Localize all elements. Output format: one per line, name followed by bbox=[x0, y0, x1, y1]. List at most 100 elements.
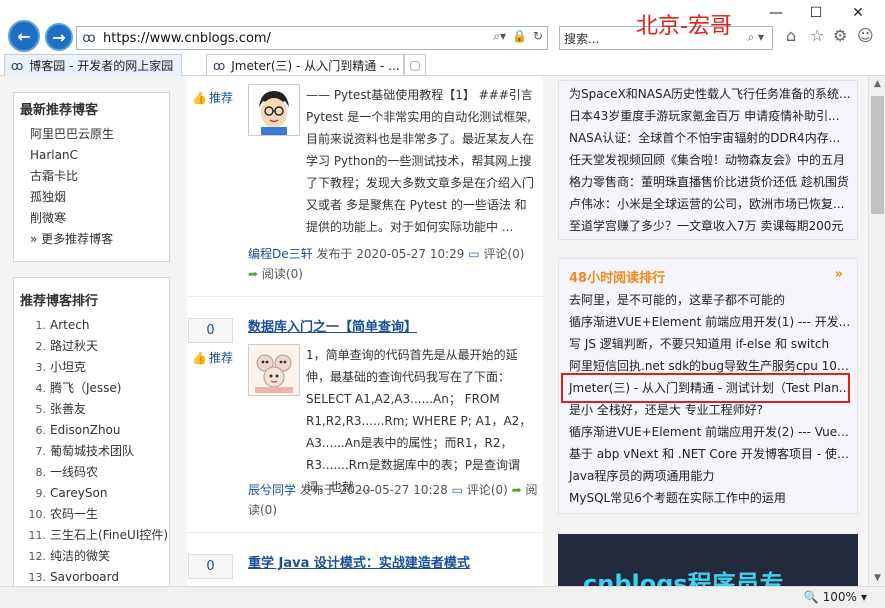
ranking-blogger-link[interactable]: 纯洁的微笑 bbox=[50, 549, 110, 563]
blogger-ranking-title: 推荐博客排行 bbox=[20, 294, 99, 309]
scroll-down-icon[interactable]: ▼ bbox=[869, 570, 885, 586]
search-dropdown-icon[interactable]: ⌕▾ bbox=[493, 29, 506, 44]
search-input[interactable]: 搜索... bbox=[564, 30, 599, 47]
vote-count-button[interactable]: 0 bbox=[188, 554, 233, 579]
recommended-blogger-link[interactable]: 削微寒 bbox=[14, 208, 169, 229]
ranking-blogger-link[interactable]: 农码一生 bbox=[50, 507, 98, 521]
vote-count-button[interactable]: 0 bbox=[188, 318, 233, 343]
news-link[interactable]: 日本43岁重度手游玩家氪金百万 申请疫情补助引... bbox=[559, 105, 857, 127]
news-link[interactable]: 至道学宫赚了多少？一文章收入7万 卖课每期200元 bbox=[559, 215, 857, 237]
ranking-item[interactable]: 6. EdisonZhou bbox=[14, 420, 169, 441]
ranking-blogger-link[interactable]: 一线码农 bbox=[50, 465, 98, 479]
back-button[interactable]: ← bbox=[8, 20, 40, 52]
reading-rank-link[interactable]: 去阿里，是不可能的，这辈子都不可能的 bbox=[559, 289, 857, 311]
post-comments-link[interactable]: 评论(0) bbox=[483, 247, 524, 261]
close-icon[interactable]: ✕ bbox=[838, 0, 878, 26]
status-bar: 🔍 100% ▾ bbox=[0, 586, 885, 608]
ranking-blogger-link[interactable]: CareySon bbox=[50, 486, 107, 500]
reading-rank-link[interactable]: 基于 abp vNext 和 .NET Core 开发博客项目 - 使用... bbox=[559, 443, 857, 465]
lock-icon[interactable]: 🔒 bbox=[512, 29, 527, 44]
reading-rank-link[interactable]: MySQL常见6个考题在实际工作中的运用 bbox=[559, 487, 857, 509]
news-link[interactable]: 格力零售商：董明珠直播售价比进货价还低 趁机围货 bbox=[559, 171, 857, 193]
scrollbar-thumb[interactable] bbox=[871, 96, 884, 214]
post-summary: 1，简单查询的代码首先是从最开始的延伸，最基础的查询代码我写在了下面： SELE… bbox=[248, 344, 536, 498]
ranking-blogger-link[interactable]: 张善友 bbox=[50, 402, 86, 416]
news-link[interactable]: NASA认证：全球首个不怕宇宙辐射的DDR4内存... bbox=[559, 127, 857, 149]
rank-number: 5. bbox=[35, 403, 47, 416]
browser-chrome: — ☐ ✕ ← → ꝏ https://www.cnblogs.com/ ⌕▾ … bbox=[0, 0, 885, 76]
ranking-item[interactable]: 8. 一线码农 bbox=[14, 462, 169, 483]
news-link[interactable]: 卢伟冰：小米是全球运营的公司，欧洲市场已恢复... bbox=[559, 193, 857, 215]
more-recommended-link[interactable]: » 更多推荐博客 bbox=[14, 229, 169, 250]
news-link[interactable]: 任天堂发视频回顾《集合啦！动物森友会》中的五月 bbox=[559, 149, 857, 171]
post-list: 👍 推荐 —— Pytest基础使用教程【1】 ###引言 Pytest 是一个… bbox=[187, 76, 543, 586]
forward-button[interactable]: → bbox=[45, 23, 73, 51]
reading-rank-link[interactable]: 循序渐进VUE+Element 前端应用开发(1) --- 开发... bbox=[559, 311, 857, 333]
recommended-bloggers-title: 最新推荐博客 bbox=[20, 103, 99, 118]
refresh-icon[interactable]: ↻ bbox=[533, 29, 543, 44]
favorites-star-icon[interactable]: ☆ bbox=[810, 26, 824, 45]
ranking-blogger-link[interactable]: EdisonZhou bbox=[50, 423, 121, 437]
read-arrow-icon: ➦ bbox=[248, 267, 259, 281]
ranking-blogger-link[interactable]: 小坦克 bbox=[50, 360, 86, 374]
ranking-item[interactable]: 5. 张善友 bbox=[14, 399, 169, 420]
recommended-blogger-link[interactable]: 古霜卡比 bbox=[14, 166, 169, 187]
post-reads-link[interactable]: 阅读(0) bbox=[262, 267, 303, 281]
address-url[interactable]: https://www.cnblogs.com/ bbox=[103, 31, 271, 46]
post-author-link[interactable]: 辰兮同学 bbox=[248, 483, 296, 497]
ranking-item[interactable]: 11. 三生石上(FineUI控件) bbox=[14, 525, 169, 546]
post-summary: —— Pytest基础使用教程【1】 ###引言 Pytest 是一个非常实用的… bbox=[248, 84, 536, 238]
tab-jmeter-article[interactable]: ꝏ Jmeter(三) - 从入门到精通 - ... bbox=[206, 54, 404, 76]
ranking-item[interactable]: 2. 路过秋天 bbox=[14, 336, 169, 357]
ranking-blogger-link[interactable]: 路过秋天 bbox=[50, 339, 98, 353]
scroll-up-icon[interactable]: ▲ bbox=[869, 76, 885, 92]
reading-rank-more-link[interactable]: » bbox=[835, 267, 843, 282]
post-title-link[interactable]: 数据库入门之一【简单查询】 bbox=[248, 316, 417, 335]
recommended-blogger-link[interactable]: 孤独烟 bbox=[14, 187, 169, 208]
zoom-level: 100% bbox=[822, 590, 857, 604]
smiley-feedback-icon[interactable]: ☺ bbox=[857, 26, 874, 45]
post-meta: 编程De三轩 发布于 2020-05-27 10:29 ▭ 评论(0) ➦ 阅读… bbox=[248, 244, 543, 284]
zoom-control[interactable]: 🔍 100% ▾ bbox=[804, 590, 867, 604]
news-box: 为SpaceX和NASA历史性载人飞行任务准备的系统... 日本43岁重度手游玩家… bbox=[558, 80, 858, 240]
reading-rank-link[interactable]: 循序渐进VUE+Element 前端应用开发(2) --- Vuex... bbox=[559, 421, 857, 443]
ranking-item[interactable]: 12. 纯洁的微笑 bbox=[14, 546, 169, 567]
reading-rank-link[interactable]: Java程序员的两项通用能力 bbox=[559, 465, 857, 487]
post-author-link[interactable]: 编程De三轩 bbox=[248, 247, 313, 261]
zoom-icon: 🔍 bbox=[803, 590, 819, 604]
ranking-item[interactable]: 4. 腾飞（Jesse) bbox=[14, 378, 169, 399]
gear-icon[interactable]: ⚙ bbox=[833, 26, 847, 45]
tab-cnblogs-home[interactable]: ꝏ 博客园 - 开发者的网上家园 bbox=[4, 54, 182, 76]
ranking-item[interactable]: 3. 小坦克 bbox=[14, 357, 169, 378]
rank-number: 7. bbox=[35, 445, 47, 458]
ranking-item[interactable]: 7. 葡萄城技术团队 bbox=[14, 441, 169, 462]
ranking-blogger-link[interactable]: 三生石上(FineUI控件) bbox=[50, 528, 168, 542]
ranking-item[interactable]: 1. Artech bbox=[14, 315, 169, 336]
new-tab-button[interactable]: ▢ bbox=[404, 54, 426, 76]
ranking-blogger-link[interactable]: 葡萄城技术团队 bbox=[50, 444, 134, 458]
recommended-blogger-link[interactable]: 阿里巴巴云原生 bbox=[14, 124, 169, 145]
ranking-item[interactable]: 13. Savorboard bbox=[14, 567, 169, 586]
ranking-item[interactable]: 9. CareySon bbox=[14, 483, 169, 504]
maximize-icon[interactable]: ☐ bbox=[796, 0, 836, 26]
recommended-blogger-link[interactable]: HarlanC bbox=[14, 145, 169, 166]
blogger-ranking-list: 1. Artech 2. 路过秋天 3. 小坦克 4. 腾飞（Jesse) 5. 张善友 6. Edi… bbox=[14, 315, 169, 586]
address-bar[interactable]: ꝏ https://www.cnblogs.com/ ⌕▾ 🔒 ↻ bbox=[76, 26, 548, 50]
minimize-icon[interactable]: — bbox=[756, 0, 796, 26]
search-icon[interactable]: ⌕ ▾ bbox=[747, 30, 764, 45]
post-title-link[interactable]: 重学 Java 设计模式：实战建造者模式 bbox=[248, 552, 470, 571]
ranking-blogger-link[interactable]: Savorboard bbox=[50, 570, 119, 584]
vertical-scrollbar[interactable]: ▲ ▼ bbox=[868, 76, 885, 586]
home-icon[interactable]: ⌂ bbox=[786, 26, 796, 45]
reading-rank-link[interactable]: 写 JS 逻辑判断，不要只知道用 if-else 和 switch bbox=[559, 333, 857, 355]
ranking-blogger-link[interactable]: Artech bbox=[50, 318, 89, 332]
ranking-item[interactable]: 10. 农码一生 bbox=[14, 504, 169, 525]
read-arrow-icon: ➦ bbox=[511, 483, 522, 497]
recommend-button[interactable]: 👍 推荐 bbox=[192, 89, 233, 106]
post-summary-text: 1，简单查询的代码首先是从最开始的延伸，最基础的查询代码我写在了下面： SELE… bbox=[306, 348, 532, 494]
recommend-button[interactable]: 👍 推荐 bbox=[192, 349, 233, 366]
post-comments-link[interactable]: 评论(0) bbox=[467, 483, 508, 497]
ranking-blogger-link[interactable]: 腾飞（Jesse) bbox=[50, 381, 122, 395]
promo-banner[interactable]: cnblogs程序员专 bbox=[558, 534, 858, 586]
news-link[interactable]: 为SpaceX和NASA历史性载人飞行任务准备的系统... bbox=[559, 83, 857, 105]
